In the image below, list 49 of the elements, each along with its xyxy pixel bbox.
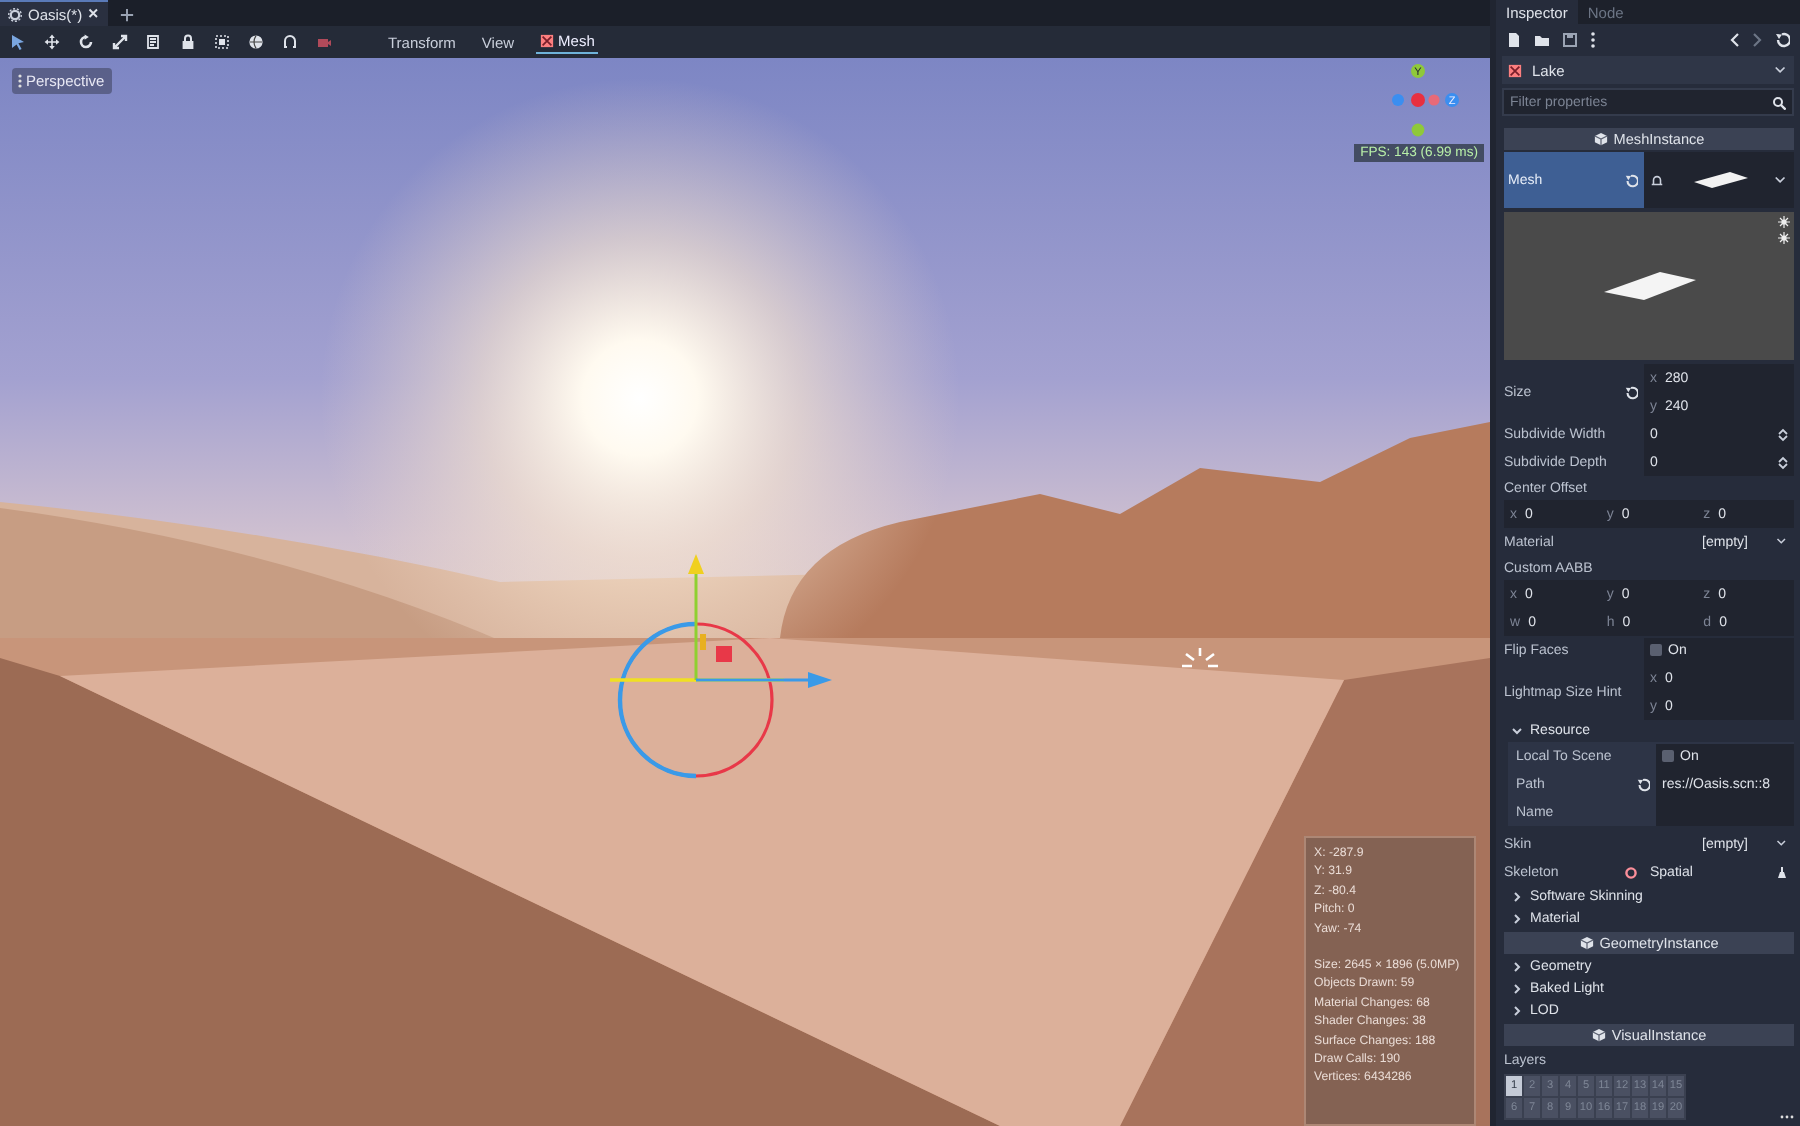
cube-icon — [1591, 1028, 1606, 1042]
list-icon[interactable] — [146, 34, 162, 50]
history-icon[interactable] — [1774, 32, 1790, 48]
chevron-right-icon — [1512, 892, 1522, 902]
chevron-right-icon — [1512, 1006, 1522, 1016]
back-icon[interactable] — [1730, 32, 1740, 48]
spinner-icon — [1778, 427, 1788, 441]
light-icon[interactable] — [1778, 216, 1790, 228]
revert-icon[interactable] — [1624, 385, 1638, 399]
select-arrow-icon[interactable] — [10, 34, 26, 50]
cube-icon — [1579, 936, 1594, 950]
resource-picker[interactable] — [1644, 152, 1794, 208]
close-icon[interactable] — [88, 8, 101, 20]
save-icon[interactable] — [1562, 32, 1578, 48]
gear-icon — [8, 7, 22, 21]
spinner-icon — [1778, 455, 1788, 469]
scale-icon[interactable] — [112, 34, 128, 50]
snap-icon[interactable] — [282, 34, 298, 50]
node-icon — [1624, 865, 1638, 879]
lock-icon[interactable] — [180, 34, 196, 50]
forward-icon[interactable] — [1752, 32, 1762, 48]
search-icon — [1772, 95, 1786, 109]
cube-icon — [1593, 132, 1608, 146]
more-icon[interactable] — [1590, 32, 1596, 48]
folder-icon[interactable] — [1534, 32, 1550, 48]
revert-icon[interactable] — [1636, 777, 1650, 791]
caret-icon[interactable] — [1774, 173, 1788, 187]
chevron-right-icon — [1512, 962, 1522, 972]
bell-icon — [1650, 173, 1664, 187]
caret-icon — [1776, 838, 1788, 850]
move-icon[interactable] — [44, 34, 60, 50]
chevron-down-icon — [1512, 726, 1522, 736]
caret-icon — [1774, 63, 1788, 77]
more-icon[interactable] — [1780, 1114, 1794, 1120]
mesh-icon — [540, 34, 555, 48]
sphere-icon[interactable] — [248, 34, 264, 50]
caret-icon — [1776, 536, 1788, 548]
plane-mesh-drawing — [1599, 270, 1699, 302]
light-gizmo-icon — [1180, 646, 1220, 670]
light-icon[interactable] — [1778, 232, 1790, 244]
mesh-icon — [1508, 63, 1522, 77]
group-icon[interactable] — [214, 34, 230, 50]
rotate-icon[interactable] — [78, 34, 94, 50]
chevron-right-icon — [1512, 914, 1522, 924]
camera-icon[interactable] — [316, 34, 332, 50]
revert-icon[interactable] — [1624, 173, 1638, 187]
add-tab-icon[interactable] — [120, 8, 135, 22]
chevron-right-icon — [1512, 984, 1522, 994]
new-file-icon[interactable] — [1506, 32, 1522, 48]
